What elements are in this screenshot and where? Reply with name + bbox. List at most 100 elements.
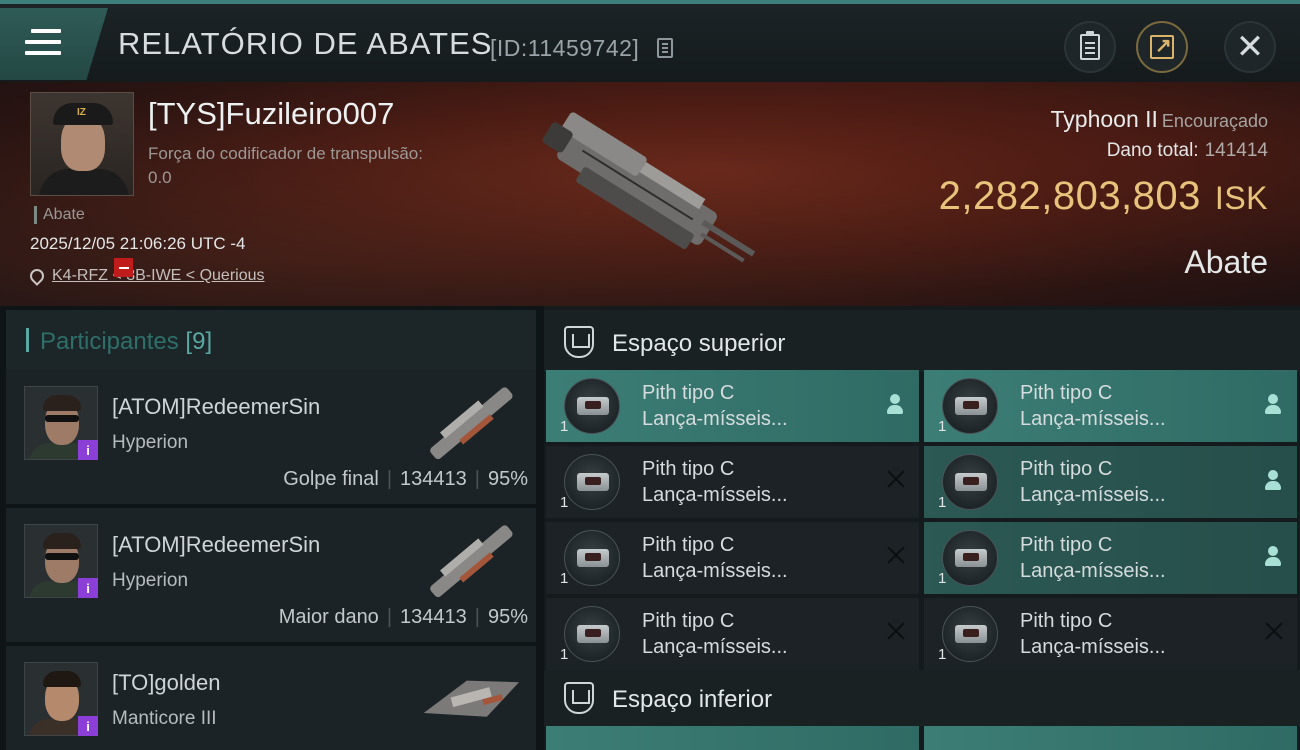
corp-badge: i (78, 440, 98, 460)
module-slot[interactable]: 1 Pith tipo C Lança-mísseis... (546, 446, 919, 518)
module-name: Pith tipo C (1020, 382, 1113, 404)
location-pin-icon (27, 266, 47, 286)
module-type: Lança-mísseis... (1020, 636, 1166, 658)
module-type: Lança-mísseis... (1020, 408, 1166, 430)
module-slot[interactable]: 1 Pith tipo C Lança-mísseis... (924, 598, 1297, 670)
destroyed-x-icon (885, 468, 907, 490)
module-slot[interactable]: 1 Pith tipo C Lança-mísseis... (924, 370, 1297, 442)
victim-avatar[interactable]: IZ (30, 92, 134, 196)
clipboard-icon (1080, 31, 1100, 60)
module-slot[interactable]: 1 Pith tipo C Lança-mísseis... (546, 522, 919, 594)
module-quantity: 1 (938, 570, 947, 587)
shield-icon (564, 682, 594, 714)
participant-name: [ATOM]RedeemerSin (112, 394, 321, 419)
participants-header[interactable]: Participantes [9] (6, 310, 536, 370)
module-quantity: 1 (560, 418, 569, 435)
missile-launcher-icon (942, 454, 998, 510)
module-slot[interactable]: 1 Pith tipo C Lança-mísseis... (924, 446, 1297, 518)
participant-stats: Maior dano | 134413 | 95% (278, 606, 528, 628)
victim-name[interactable]: [TYS]Fuzileiro007 (148, 96, 394, 132)
victim-ship-name[interactable]: Typhoon II Encouraçado (1051, 106, 1269, 133)
lower-slots-header: Espaço inferior (544, 670, 1300, 726)
missile-launcher-icon (564, 378, 620, 434)
total-damage: Dano total: 141414 (1106, 140, 1268, 161)
menu-button[interactable] (0, 8, 108, 80)
module-name: Pith tipo C (642, 534, 735, 556)
module-type: Lança-mísseis... (642, 408, 788, 430)
module-type: Lança-mísseis... (642, 484, 788, 506)
corp-badge: i (78, 578, 98, 598)
module-type: Lança-mísseis... (642, 636, 788, 658)
module-type: Lança-mísseis... (642, 560, 788, 582)
module-quantity: 1 (560, 494, 569, 511)
person-icon (1265, 394, 1281, 416)
copy-icon[interactable] (657, 38, 673, 58)
missile-launcher-icon (564, 530, 620, 586)
report-id: [ID:11459742] (490, 35, 640, 61)
section-title: Espaço superior (612, 330, 786, 357)
corp-badge: i (78, 716, 98, 736)
destroyed-x-icon (885, 544, 907, 566)
shield-icon (564, 326, 594, 358)
participant-card[interactable]: i [ATOM]RedeemerSin Hyperion Maior dano |… (6, 508, 536, 642)
destroyed-x-icon (1263, 620, 1285, 642)
module-name: Pith tipo C (642, 458, 735, 480)
kill-result: Abate (1184, 244, 1268, 280)
participant-ship: Hyperion (112, 432, 189, 453)
module-slot[interactable]: 1 Pith tipo C Lança-mísseis... (546, 598, 919, 670)
module-name: Pith tipo C (1020, 610, 1113, 632)
participant-name: [ATOM]RedeemerSin (112, 532, 321, 557)
missile-launcher-icon (564, 454, 620, 510)
missile-launcher-icon (942, 378, 998, 434)
victim-header: IZ [TYS]Fuzileiro007 Força do codificado… (0, 82, 1300, 306)
upper-slots-header: Espaço superior (544, 310, 1300, 372)
page-title: RELATÓRIO DE ABATES (118, 26, 493, 61)
participant-ship-image (430, 387, 513, 460)
close-button[interactable]: ✕ (1224, 21, 1276, 73)
module-quantity: 1 (938, 418, 947, 435)
participant-ship-image (423, 680, 520, 717)
module-slot[interactable] (546, 726, 919, 750)
module-slot[interactable] (924, 726, 1297, 750)
module-name: Pith tipo C (642, 382, 735, 404)
participant-card[interactable]: i [ATOM]RedeemerSin Hyperion Golpe final… (6, 370, 536, 504)
person-icon (1265, 470, 1281, 492)
isk-value: 2,282,803,803 ISK (938, 174, 1268, 218)
module-type: Lança-mísseis... (1020, 484, 1166, 506)
module-type: Lança-mísseis... (1020, 560, 1166, 582)
missile-launcher-icon (564, 606, 620, 662)
module-slot[interactable]: 1 Pith tipo C Lança-mísseis... (546, 370, 919, 442)
person-icon (887, 394, 903, 416)
participant-ship: Hyperion (112, 570, 189, 591)
participants-panel: Participantes [9] i [ATOM]RedeemerSin Hy… (0, 306, 540, 750)
fitting-panel: Espaço superior 1 Pith tipo C Lança-míss… (544, 306, 1300, 750)
kill-datetime: 2025/12/05 21:06:26 UTC -4 (30, 234, 246, 253)
module-slot[interactable]: 1 Pith tipo C Lança-mísseis... (924, 522, 1297, 594)
share-button[interactable] (1136, 21, 1188, 73)
section-title: Espaço inferior (612, 686, 773, 713)
top-bar: RELATÓRIO DE ABATES [ID:11459742] ✕ (0, 0, 1300, 82)
share-icon (1150, 33, 1174, 59)
location-link[interactable]: K4-RFZ < 3B-IWE < Querious (27, 266, 265, 286)
module-quantity: 1 (938, 494, 947, 511)
participant-name: [TO]golden (112, 670, 221, 695)
module-quantity: 1 (560, 646, 569, 663)
module-name: Pith tipo C (1020, 458, 1113, 480)
module-quantity: 1 (560, 570, 569, 587)
module-name: Pith tipo C (642, 610, 735, 632)
participant-card[interactable]: i [TO]golden Manticore III (6, 646, 536, 750)
status-badge (114, 258, 133, 277)
clipboard-button[interactable] (1064, 21, 1116, 73)
module-name: Pith tipo C (1020, 534, 1113, 556)
destroyed-x-icon (885, 620, 907, 642)
module-quantity: 1 (938, 646, 947, 663)
missile-launcher-icon (942, 530, 998, 586)
warp-scrambler-label: Força do codificador de transpulsão: (148, 144, 423, 163)
menu-icon (25, 29, 61, 62)
missile-launcher-icon (942, 606, 998, 662)
participant-ship-image (430, 525, 513, 598)
location-text[interactable]: K4-RFZ < 3B-IWE < Querious (52, 267, 265, 285)
warp-scrambler-value: 0.0 (148, 168, 172, 187)
participant-ship: Manticore III (112, 708, 217, 729)
victim-ship-image (542, 112, 756, 263)
